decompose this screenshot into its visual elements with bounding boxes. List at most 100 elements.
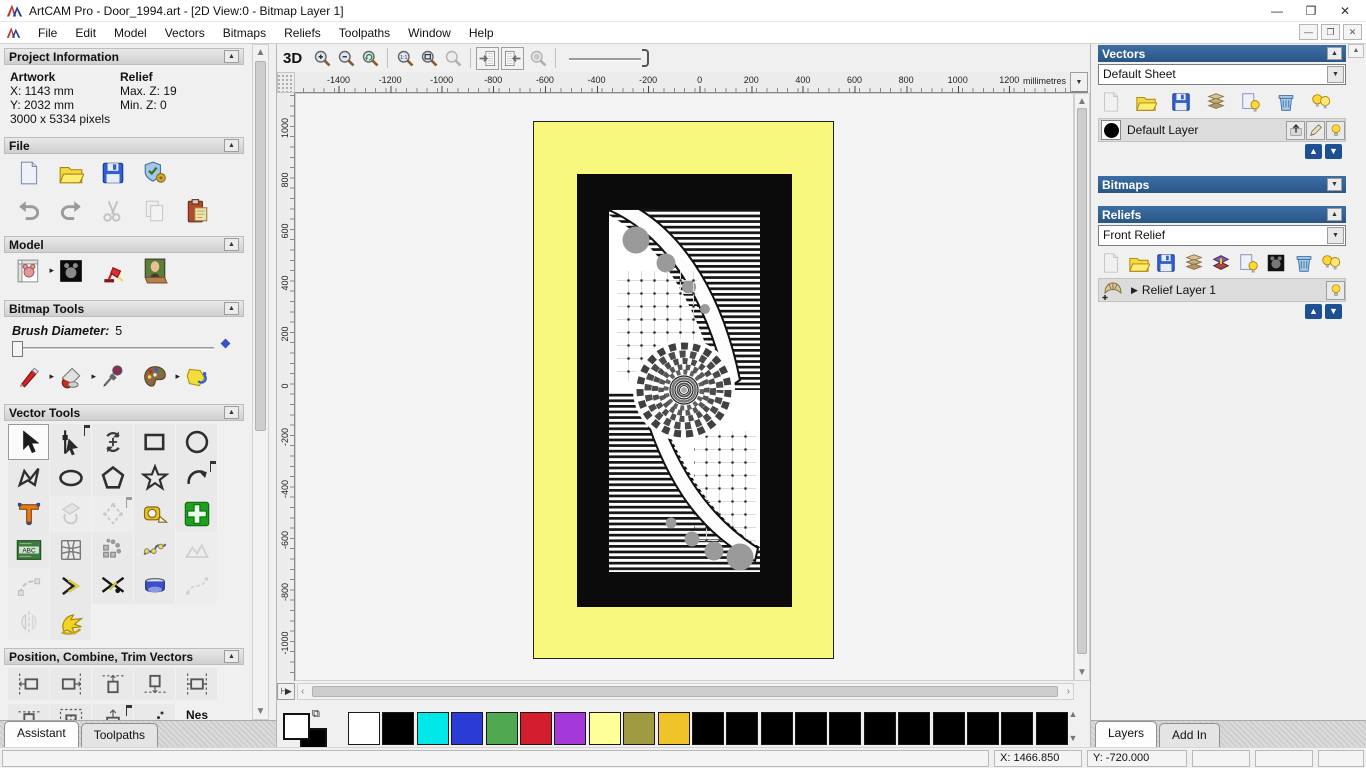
save-layers-icon[interactable] [1168,89,1194,115]
align-centre-h-icon[interactable] [176,668,217,700]
colour-swatch[interactable] [829,712,862,745]
load-image-icon[interactable] [140,256,170,286]
mdi-close-button[interactable]: ✕ [1343,24,1362,40]
scroll-right-icon[interactable]: › [1067,686,1070,697]
transfer-relief-icon[interactable] [1208,250,1234,276]
canvas-horizontal-scrollbar[interactable]: ‹ › [297,683,1074,700]
texture-icon[interactable] [176,532,217,568]
menu-item-edit[interactable]: Edit [66,24,105,42]
node-editing-icon[interactable] [50,424,91,460]
create-polyline-icon[interactable] [8,460,49,496]
create-polygon-icon[interactable] [92,460,133,496]
scroll-down-icon[interactable]: ▼ [1075,667,1089,678]
merge-layers-icon[interactable] [1203,89,1229,115]
license-shield-icon[interactable] [140,158,170,188]
model-page[interactable] [533,121,834,659]
menu-item-help[interactable]: Help [460,24,503,42]
open-model-icon[interactable] [56,158,86,188]
paste-icon[interactable] [182,196,212,226]
open-layers-icon[interactable] [1133,89,1159,115]
units-dropdown-button[interactable]: ▼ [1070,72,1088,93]
collapse-button[interactable]: ▲ [224,139,239,152]
create-rectangle-icon[interactable] [134,424,175,460]
all-layers-visibility-icon[interactable] [1318,250,1344,276]
zoom-fit-icon[interactable] [417,46,441,70]
new-layer-icon[interactable] [1236,250,1262,276]
select-vectors-icon[interactable] [8,424,49,460]
colour-swatch[interactable] [588,712,621,745]
move-layer-down-button[interactable]: ▼ [1325,144,1342,159]
all-layers-visibility-icon[interactable] [1308,89,1334,115]
new-layer-icon[interactable] [1238,89,1264,115]
colour-swatch[interactable] [967,712,1000,745]
colour-swatch[interactable] [554,712,587,745]
align-right-icon[interactable] [50,668,91,700]
slider-handle[interactable] [642,49,650,67]
new-sheet-icon[interactable] [1098,250,1124,276]
scroll-down-icon[interactable]: ▼ [1065,733,1081,743]
colour-swatch[interactable] [623,712,656,745]
layer-colour-swatch[interactable] [1101,120,1121,140]
expand-layer-icon[interactable]: ▶ [1131,285,1138,296]
pick-colour-icon[interactable] [98,362,128,392]
primary-secondary-colour-selector[interactable]: ⧉ [283,708,335,755]
sweep-tool-icon[interactable] [134,568,175,604]
envelope-distort-icon[interactable] [50,532,91,568]
ruler-origin-box[interactable] [277,72,295,93]
new-model-icon[interactable] [14,158,44,188]
zoom-1to1-icon[interactable]: 1:1 [393,46,417,70]
collapse-button[interactable]: ▲ [1327,208,1342,221]
align-centre-v-icon[interactable] [8,704,49,720]
brush-diameter-slider[interactable] [12,341,214,357]
colour-swatch[interactable] [932,712,965,745]
collapse-button[interactable]: ▲ [224,238,239,251]
collapse-button[interactable]: ▲ [224,650,239,663]
colour-swatch[interactable] [519,712,552,745]
view-3d-button[interactable]: 3D [283,50,302,67]
flood-fill-icon[interactable] [56,362,96,392]
align-top-icon[interactable] [92,668,133,700]
menu-item-file[interactable]: File [29,24,66,42]
drawing-canvas[interactable] [295,93,1074,681]
relief-layer-row[interactable]: ▶ Relief Layer 1 [1098,278,1346,302]
chevron-down-icon[interactable]: ▼ [1327,227,1344,244]
link-colours-icon[interactable]: ⧉ [312,708,320,721]
relief-preview-icon[interactable] [1263,250,1289,276]
create-star-icon[interactable] [134,460,175,496]
trim-vectors-icon[interactable] [92,568,133,604]
save-layers-icon[interactable] [1153,250,1179,276]
door-border-bitmap[interactable] [577,174,792,607]
delete-layer-icon[interactable] [1291,250,1317,276]
merge-layer-up-icon[interactable] [1286,120,1305,140]
vector-layer-row[interactable]: Default Layer [1098,118,1346,142]
panel-scroll-up-icon[interactable]: ▲ [1348,44,1364,58]
primary-colour-swatch[interactable] [283,713,310,740]
assistant-scrollbar[interactable]: ▲ ▼ [252,44,269,720]
copy-icon[interactable] [140,196,170,226]
restore-button[interactable]: ❐ [1294,1,1328,21]
collapse-button[interactable]: ▲ [1327,47,1342,60]
palette-icon[interactable] [140,362,180,392]
scroll-up-icon[interactable]: ▲ [1065,709,1081,719]
layer-visibility-bulb-icon[interactable] [1326,120,1345,140]
colour-swatch[interactable] [1001,712,1034,745]
sheet-select[interactable]: Default Sheet ▼ [1098,64,1346,85]
paint-icon[interactable] [14,362,54,392]
redo-icon[interactable] [56,196,86,226]
close-button[interactable]: ✕ [1328,1,1362,21]
minimize-button[interactable]: — [1260,1,1294,21]
create-circle-icon[interactable] [176,424,217,460]
menu-item-model[interactable]: Model [105,24,156,42]
colour-swatch[interactable] [760,712,793,745]
pan-mode-button[interactable]: ⊦▶ [277,683,295,700]
measure-icon[interactable] [134,496,175,532]
scrollbar-thumb[interactable] [312,686,1058,697]
contrast-slider[interactable] [569,47,650,69]
scroll-up-icon[interactable]: ▲ [253,47,268,58]
mirror-vectors-icon[interactable] [8,604,49,640]
cut-icon[interactable] [98,196,128,226]
collapse-button[interactable]: ▲ [224,50,239,63]
colour-swatch[interactable] [691,712,724,745]
menu-item-bitmaps[interactable]: Bitmaps [214,24,275,42]
scroll-up-icon[interactable]: ▲ [1075,96,1089,107]
